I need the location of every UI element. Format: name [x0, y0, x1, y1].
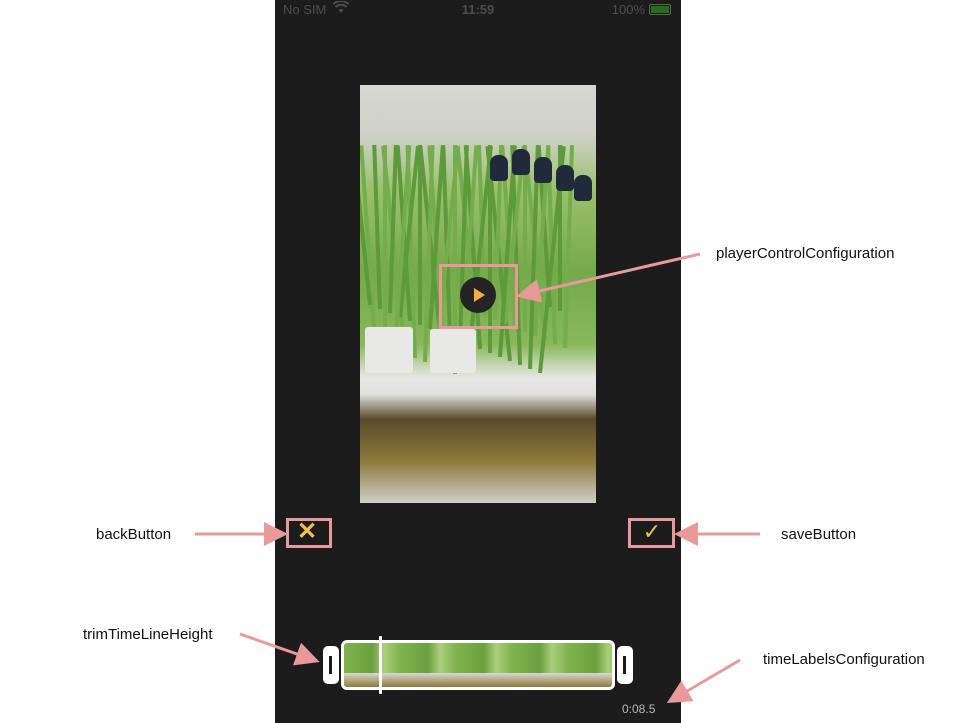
annotation-arrows — [195, 252, 760, 704]
annotation-label-save-button: saveButton — [781, 526, 857, 543]
annotation-label-trim-height: trimTimeLineHeight — [83, 626, 213, 643]
annotation-label-back-button: backButton — [96, 526, 172, 543]
annotation-label-time-labels: timeLabelsConfiguration — [763, 651, 925, 668]
annotation-label-player-control: playerControlConfiguration — [716, 245, 895, 262]
